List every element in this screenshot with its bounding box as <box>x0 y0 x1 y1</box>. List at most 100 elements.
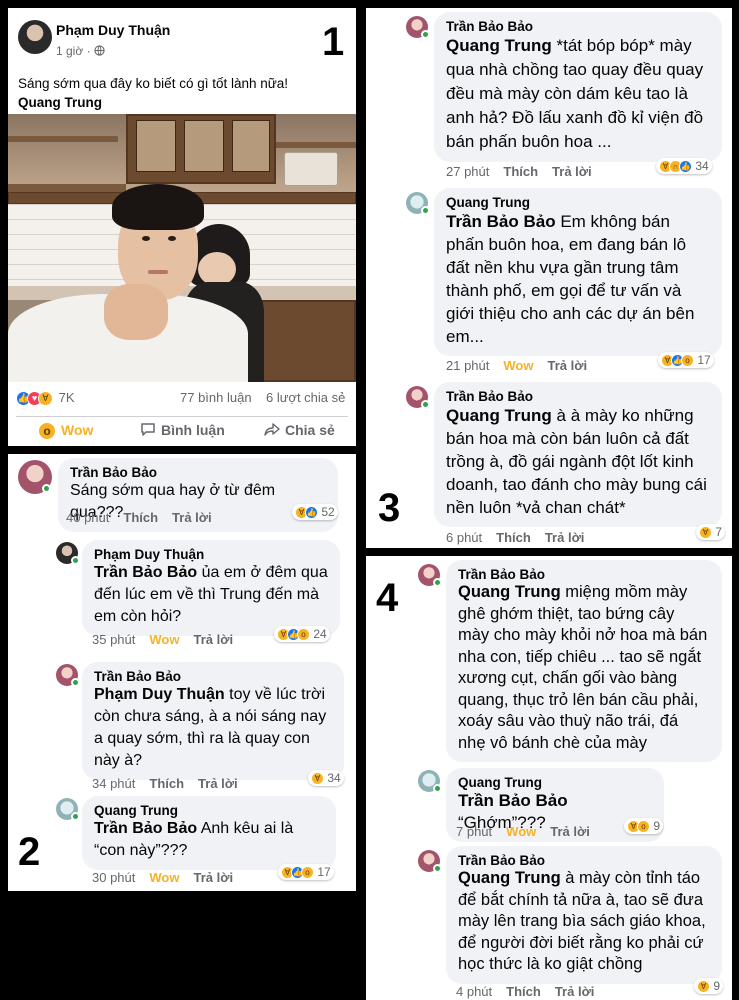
reaction-count[interactable]: ∀ 👍 o 17 <box>278 864 334 881</box>
comment-meta: 6 phút Thích Trả lời <box>446 530 598 545</box>
comment-author[interactable]: Quang Trung <box>446 195 710 210</box>
comment-author[interactable]: Trần Bảo Bảo <box>458 567 710 582</box>
wow-icon: o <box>681 354 694 368</box>
online-indicator <box>42 484 51 493</box>
comment-meta: 30 phút Wow Trả lời <box>92 870 247 885</box>
comment-time[interactable]: 21 phút <box>446 358 489 373</box>
online-indicator <box>433 784 442 793</box>
mention[interactable]: Phạm Duy Thuận <box>94 686 225 703</box>
post-photo[interactable] <box>8 114 356 382</box>
reaction-count[interactable]: ∀ 34 <box>308 770 344 787</box>
mention[interactable]: Quang Trung <box>458 869 561 887</box>
comment-time[interactable]: 27 phút <box>446 164 489 179</box>
comment-bubble: Trần Bảo Bảo Quang Trung à à mày ko nhữn… <box>434 382 722 527</box>
reaction-count[interactable]: ∀ 👍 o 24 <box>274 626 330 643</box>
reaction-count[interactable]: ∀ 7 <box>696 524 726 541</box>
comment-meta: 27 phút Thích Trả lời <box>446 164 606 179</box>
panel-number: 2 <box>18 830 41 874</box>
like-button[interactable]: Thích <box>123 510 158 525</box>
like-button[interactable]: Thích <box>506 984 541 999</box>
reaction-count[interactable]: 👍 ♥ ∀ 7K <box>16 390 75 407</box>
post-time[interactable]: 1 giờ <box>56 44 83 58</box>
like-icon: 👍 <box>679 160 692 174</box>
reply-button[interactable]: Trả lời <box>193 632 233 647</box>
comment-meta: 40 phút Thích Trả lời <box>66 510 226 525</box>
wow-icon: o <box>38 422 56 441</box>
comment-text: Em không bán phấn buôn hoa, em đang bán … <box>446 212 695 346</box>
divider <box>16 416 348 417</box>
reaction-count[interactable]: ∀ 👍 52 <box>292 504 338 521</box>
comment-author[interactable]: Trần Bảo Bảo <box>446 19 710 34</box>
comment-meta: 7 phút Wow Trả lời <box>456 824 604 839</box>
reaction-count[interactable]: ∀ 9 <box>694 978 724 995</box>
comment-author[interactable]: Trần Bảo Bảo <box>446 389 710 404</box>
reply-button[interactable]: Trả lời <box>555 984 595 999</box>
mention[interactable]: Quang Trung <box>446 36 552 55</box>
comment-author[interactable]: Trần Bảo Bảo <box>458 853 710 868</box>
post-text: Sáng sớm qua đây ko biết có gì tốt lành … <box>18 74 348 112</box>
reaction-count[interactable]: ∀ o 9 <box>624 818 664 835</box>
like-button[interactable]: Thích <box>496 530 531 545</box>
reply-button[interactable]: Trả lời <box>547 358 587 373</box>
comments-count[interactable]: 77 bình luận <box>180 390 252 405</box>
comment-icon <box>140 422 156 440</box>
comment-time[interactable]: 34 phút <box>92 776 135 791</box>
reply-button[interactable]: Trả lời <box>193 870 233 885</box>
share-button[interactable]: Chia sẻ <box>264 422 335 440</box>
online-indicator <box>421 30 430 39</box>
comment-bubble: Trần Bảo Bảo Quang Trung à mày còn tỉnh … <box>446 846 722 984</box>
panel-number: 4 <box>376 576 399 620</box>
mention[interactable]: Trần Bảo Bảo <box>458 791 568 810</box>
post-author[interactable]: Phạm Duy Thuận <box>56 22 170 38</box>
comment-time[interactable]: 6 phút <box>446 530 482 545</box>
reply-button[interactable]: Trả lời <box>545 530 585 545</box>
reply-button[interactable]: Trả lời <box>550 824 590 839</box>
comment-author[interactable]: Quang Trung <box>458 775 652 790</box>
reaction-count[interactable]: ∀ ∩ 👍 34 <box>656 158 712 175</box>
like-button[interactable]: Thích <box>149 776 184 791</box>
reaction-count[interactable]: ∀ 👍 o 17 <box>658 352 714 369</box>
online-indicator <box>433 578 442 587</box>
comment-author[interactable]: Trần Bảo Bảo <box>70 465 326 480</box>
comment-bubble: Phạm Duy Thuận Trần Bảo Bảo ủa em ở đêm … <box>82 540 340 636</box>
comment-time[interactable]: 7 phút <box>456 824 492 839</box>
online-indicator <box>71 556 80 565</box>
haha-icon: ∀ <box>697 980 710 994</box>
shares-count[interactable]: 6 lượt chia sẻ <box>266 390 345 405</box>
mention[interactable]: Quang Trung <box>446 406 552 425</box>
mention[interactable]: Quang Trung <box>458 583 561 601</box>
wow-button[interactable]: Wow <box>149 870 179 885</box>
avatar[interactable] <box>18 20 52 54</box>
comment-author[interactable]: Phạm Duy Thuận <box>94 547 328 562</box>
reply-button[interactable]: Trả lời <box>198 776 238 791</box>
comments-panel-2: 2 Trần Bảo Bảo Sáng sớm qua hay ở từ đêm… <box>8 454 356 891</box>
mention[interactable]: Trần Bảo Bảo <box>94 564 197 581</box>
comment-button[interactable]: Bình luận <box>140 422 225 440</box>
tagged-user[interactable]: Quang Trung <box>18 93 348 112</box>
wow-reaction-button[interactable]: o Wow <box>38 422 93 441</box>
comment-author[interactable]: Quang Trung <box>94 803 324 818</box>
reply-button[interactable]: Trả lời <box>552 164 592 179</box>
comment-author[interactable]: Trần Bảo Bảo <box>94 669 332 684</box>
comment-meta: 35 phút Wow Trả lời <box>92 632 247 647</box>
comment-bubble: Trần Bảo Bảo Quang Trung *tát bóp bóp* m… <box>434 12 722 162</box>
mention[interactable]: Trần Bảo Bảo <box>446 212 556 231</box>
like-button[interactable]: Thích <box>503 164 538 179</box>
comment-time[interactable]: 40 phút <box>66 510 109 525</box>
comment-time[interactable]: 30 phút <box>92 870 135 885</box>
mention[interactable]: Trần Bảo Bảo <box>94 820 197 837</box>
wow-button[interactable]: Wow <box>149 632 179 647</box>
comment-meta: 4 phút Thích Trả lời <box>456 984 608 999</box>
reply-button[interactable]: Trả lời <box>172 510 212 525</box>
comment-bubble: Quang Trung Trần Bảo Bảo Em không bán ph… <box>434 188 722 356</box>
comment-text: miệng mồm mày ghê ghớm thiệt, tao bứng c… <box>458 583 708 752</box>
post-panel: 1 Phạm Duy Thuận 1 giờ · Sáng sớm qua đâ… <box>8 8 356 446</box>
comment-time[interactable]: 4 phút <box>456 984 492 999</box>
haha-icon: ∀ <box>699 526 712 540</box>
wow-button[interactable]: Wow <box>506 824 536 839</box>
reaction-total: 7K <box>58 390 75 405</box>
comment-time[interactable]: 35 phút <box>92 632 135 647</box>
comment-meta: 21 phút Wow Trả lời <box>446 358 601 373</box>
wow-icon: o <box>637 820 650 834</box>
wow-button[interactable]: Wow <box>503 358 533 373</box>
